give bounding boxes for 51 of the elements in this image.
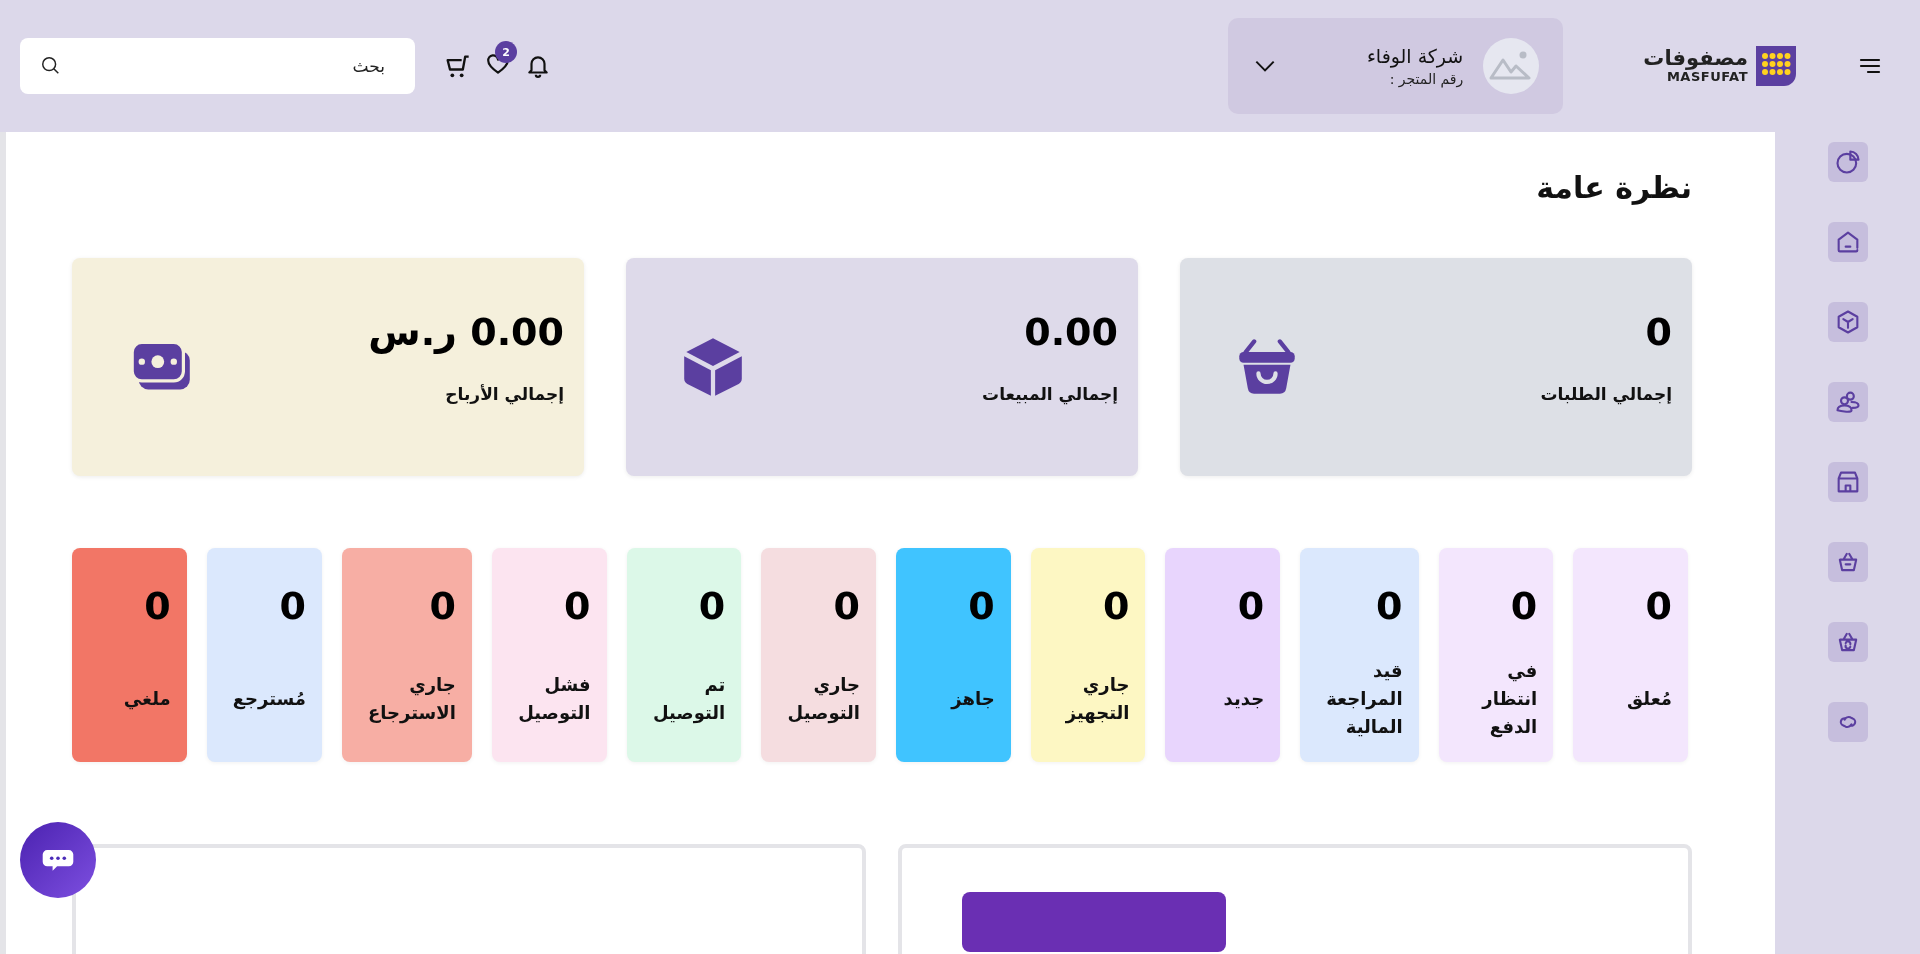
summary-value: 0	[1644, 310, 1672, 354]
status-label: فشل التوصيل	[517, 673, 591, 726]
status-label: تم التوصيل	[652, 673, 726, 726]
sidebar-item[interactable]	[1827, 462, 1868, 502]
store-number-label: رقم المتجر :	[1388, 71, 1464, 87]
status-count: 0	[967, 584, 995, 630]
summary-value: 0.00	[1023, 310, 1118, 354]
status-label: في انتظار الدفع	[1480, 659, 1538, 740]
status-label: مُعلق	[1626, 687, 1672, 712]
notification-badge: 2	[495, 41, 517, 63]
image-placeholder-icon	[1483, 38, 1540, 94]
logo-text: MASFUFAT	[1666, 70, 1748, 85]
store-selector[interactable]: شركة الوفاء رقم المتجر :	[1228, 18, 1564, 114]
logo-icon	[1754, 44, 1798, 88]
status-count: 0	[1101, 584, 1130, 630]
status-count: 0	[428, 584, 456, 630]
sidebar-item[interactable]	[1827, 622, 1868, 662]
status-label: ملغي	[122, 687, 171, 712]
sidebar-item[interactable]	[1827, 382, 1868, 422]
summary-label: إجمالي الطلبات	[1540, 384, 1672, 404]
sidebar-item[interactable]	[1827, 142, 1868, 182]
sidebar-item[interactable]	[1827, 222, 1868, 262]
status-label: جديد	[1222, 687, 1265, 712]
status-count: 0	[143, 584, 171, 630]
bell-icon[interactable]	[525, 53, 551, 79]
summary-label: إجمالي المبيعات	[982, 384, 1118, 404]
status-label: قيد المراجعة المالية	[1326, 659, 1403, 739]
summary-label: إجمالي الأرباح	[444, 384, 564, 404]
search-field[interactable]: بحث	[20, 38, 415, 94]
status-count: 0	[278, 584, 306, 630]
sidebar-item[interactable]	[1827, 702, 1868, 742]
status-label: جاري التوصيل	[787, 673, 860, 726]
sidebar-item[interactable]	[1827, 542, 1868, 582]
status-count: 0	[832, 584, 860, 630]
sidebar-item[interactable]	[1827, 302, 1868, 342]
status-label: مُسترجع	[232, 687, 306, 712]
status-count: 0	[1644, 584, 1672, 630]
page-title: نظرة عامة	[1535, 170, 1692, 207]
status-count: 0	[1509, 584, 1538, 630]
cube-icon	[681, 335, 745, 399]
status-count: 0	[697, 584, 726, 630]
logo-text: مصفوفات	[1643, 47, 1748, 71]
status-label: جاري التجهيز	[1064, 673, 1130, 726]
status-count: 0	[1375, 584, 1403, 630]
search-icon	[40, 55, 62, 77]
store-name: شركة الوفاء	[1365, 45, 1464, 67]
status-label: جاهز	[949, 687, 995, 712]
status-label: جاري الاسترجاع	[367, 673, 456, 726]
status-count: 0	[563, 584, 591, 630]
status-count: 0	[1236, 584, 1265, 630]
summary-value: 0.00 ر.س	[368, 310, 564, 354]
